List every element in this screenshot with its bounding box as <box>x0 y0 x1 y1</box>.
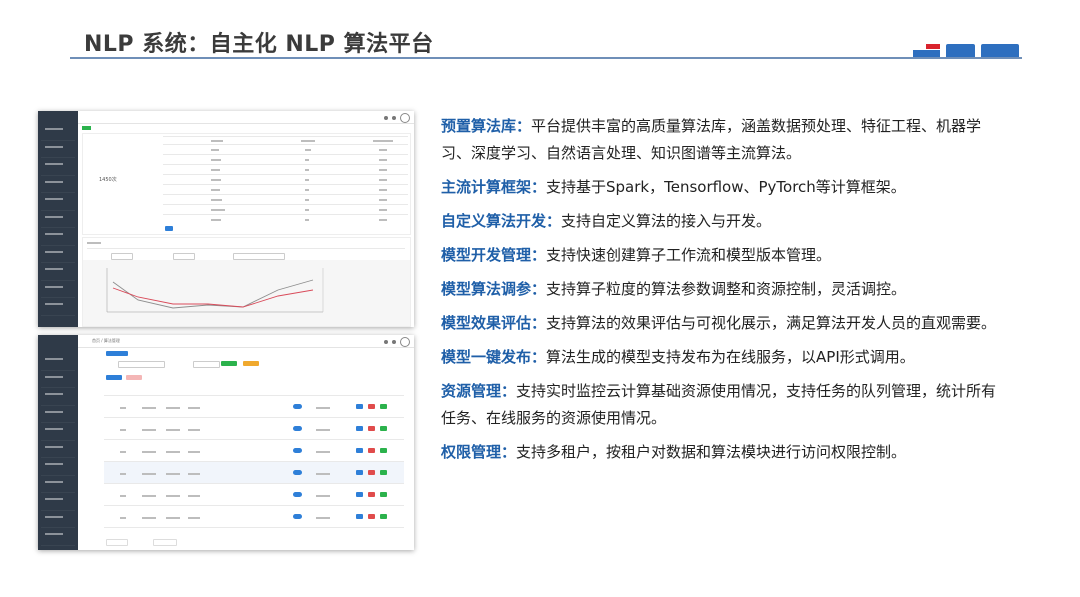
list-topbar: 首页 / 算法管理 <box>78 335 414 348</box>
row-3-toggle[interactable] <box>293 448 302 453</box>
breadcrumb: 首页 / 算法管理 <box>92 338 120 343</box>
user-avatar-icon <box>400 113 410 123</box>
feature-item: 资源管理：支持实时监控云计算基础资源使用情况，支持任务的队列管理，统计所有任务、… <box>441 382 997 427</box>
summary-value: 1450次 <box>99 177 117 183</box>
user-avatar-icon <box>400 337 410 347</box>
list-sidebar <box>38 335 78 550</box>
trend-line-chart <box>83 260 410 326</box>
slide-title: NLP 系统：自主化 NLP 算法平台 <box>84 32 434 57</box>
feature-item: 预置算法库：平台提供丰富的高质量算法库，涵盖数据预处理、特征工程、机器学习、深度… <box>441 117 982 162</box>
search-button[interactable] <box>221 361 237 366</box>
feature-item: 模型效果评估：支持算法的效果评估与可视化展示，满足算法开发人员的直观需要。 <box>441 314 997 332</box>
feature-item: 模型开发管理：支持快速创建算子工作流和模型版本管理。 <box>441 246 832 264</box>
row-2-toggle[interactable] <box>293 426 302 431</box>
algorithm-list-screenshot: 首页 / 算法管理 <box>38 335 414 550</box>
dashboard-screenshot: 1450次 <box>38 111 414 327</box>
feature-list: 预置算法库：平台提供丰富的高质量算法库，涵盖数据预处理、特征工程、机器学习、深度… <box>441 113 1011 473</box>
filter-input[interactable] <box>193 361 220 368</box>
feature-item: 模型一键发布：算法生成的模型支持发布为在线服务，以API形式调用。 <box>441 348 915 366</box>
search-input[interactable] <box>118 361 165 368</box>
stats-panel: 1450次 <box>82 133 411 235</box>
title-rule <box>70 57 1022 59</box>
reset-button[interactable] <box>243 361 259 366</box>
title-decoration-blue-1 <box>913 50 940 57</box>
row-1-toggle[interactable] <box>293 404 302 409</box>
pagination[interactable] <box>106 539 128 546</box>
green-tag <box>82 126 91 130</box>
row-6-toggle[interactable] <box>293 514 302 519</box>
title-decoration-red <box>926 44 940 49</box>
dashboard-sidebar <box>38 111 78 327</box>
add-button[interactable] <box>106 375 122 380</box>
feature-item: 主流计算框架：支持基于Spark，Tensorflow、PyTorch等计算框架… <box>441 178 906 196</box>
row-4-toggle[interactable] <box>293 470 302 475</box>
trend-chart-panel <box>82 237 411 327</box>
title-decoration-blue-3 <box>981 44 1019 57</box>
dashboard-topbar <box>78 111 414 124</box>
feature-item: 自定义算法开发：支持自定义算法的接入与开发。 <box>441 212 772 230</box>
feature-item: 权限管理：支持多租户，按租户对数据和算法模块进行访问权限控制。 <box>441 443 907 461</box>
row-5-toggle[interactable] <box>293 492 302 497</box>
title-decoration-blue-2 <box>946 44 975 57</box>
feature-item: 模型算法调参：支持算子粒度的算法参数调整和资源控制，灵活调控。 <box>441 280 907 298</box>
delete-button[interactable] <box>126 375 142 380</box>
page-size-select[interactable] <box>153 539 177 546</box>
tab-active[interactable] <box>106 351 128 356</box>
